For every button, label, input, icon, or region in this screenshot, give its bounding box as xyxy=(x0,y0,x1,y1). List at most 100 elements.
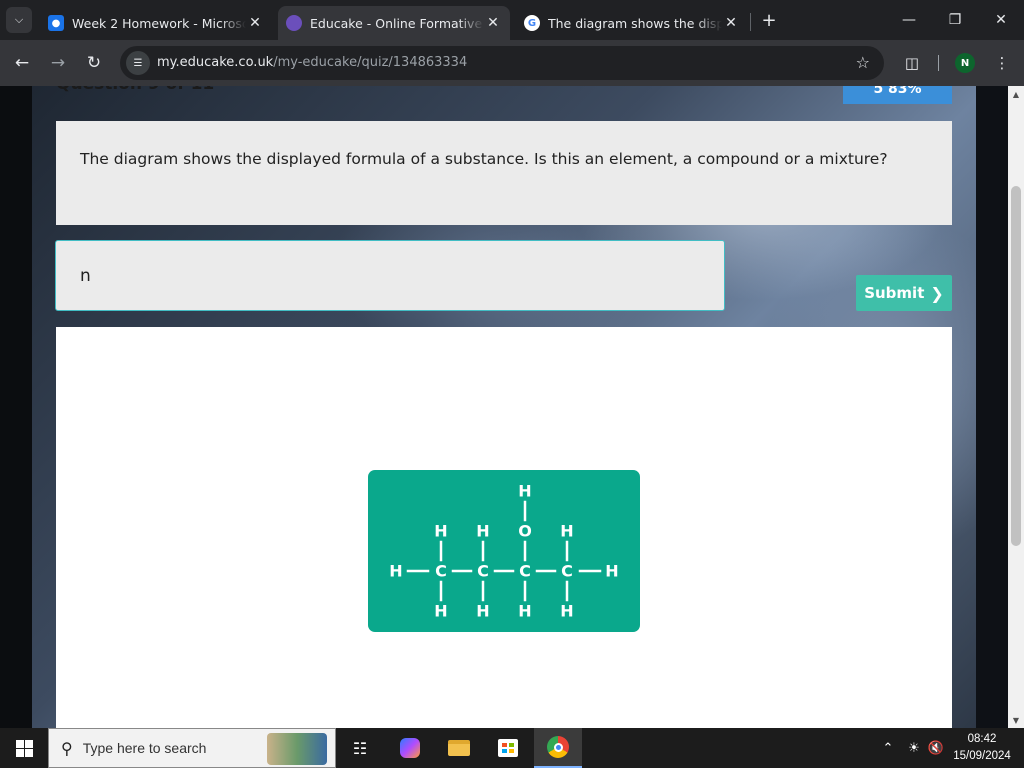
browser-toolbar: ← → ↻ ☰ my.educake.co.uk/my-educake/quiz… xyxy=(0,40,1024,86)
url-host: my.educake.co.uk xyxy=(157,55,274,70)
tab-search-button[interactable]: ⌵ xyxy=(6,7,32,33)
chrome-taskbar-button[interactable] xyxy=(534,728,582,768)
diagram-panel: H H H O H H C C C C H H H H H xyxy=(56,327,952,728)
search-icon: ⚲ xyxy=(61,738,73,758)
atom-label: H xyxy=(560,602,573,621)
task-view-icon: ☷ xyxy=(352,738,368,758)
scroll-up-icon[interactable]: ▲ xyxy=(1008,86,1024,102)
folder-icon xyxy=(448,740,470,756)
browser-menu-button[interactable]: ⋮ xyxy=(990,51,1014,75)
atom-label: C xyxy=(561,562,573,581)
clock-date: 15/09/2024 xyxy=(953,750,1011,762)
more-vert-icon: ⋮ xyxy=(994,54,1010,72)
tab-week2-homework[interactable]: ● Week 2 Homework - Microscop ✕ xyxy=(40,6,272,40)
store-button[interactable] xyxy=(484,728,532,768)
close-icon[interactable]: ✕ xyxy=(722,15,740,31)
tab-title: Week 2 Homework - Microscop xyxy=(72,15,246,31)
speaker-muted-icon: 🔇 xyxy=(927,740,945,756)
puzzle-icon: ◫ xyxy=(904,54,920,72)
molecule-svg: H H H O H H C C C C H H H H H xyxy=(389,482,618,621)
progress-badge: 5 83% xyxy=(843,86,952,104)
tune-icon: ☰ xyxy=(133,57,143,69)
page-viewport: Question 9 of 11 5 83% The diagram shows… xyxy=(0,86,1008,728)
start-button[interactable] xyxy=(0,728,48,768)
google-icon: G xyxy=(524,15,540,31)
page-scrollbar[interactable]: ▲ ▼ xyxy=(1008,86,1024,728)
chevron-down-icon: ⌵ xyxy=(14,13,24,26)
atom-label: H xyxy=(560,522,573,541)
forward-arrow-icon: → xyxy=(50,53,66,73)
tab-google-search[interactable]: G The diagram shows the display ✕ xyxy=(516,6,748,40)
site-info-button[interactable]: ☰ xyxy=(126,51,150,75)
forward-button[interactable]: → xyxy=(46,51,70,75)
clock-time: 08:42 xyxy=(967,733,997,745)
restore-icon: ❐ xyxy=(948,12,962,28)
restore-button[interactable]: ❐ xyxy=(932,0,978,40)
copilot-icon xyxy=(400,738,420,758)
atom-label: H xyxy=(389,562,402,581)
address-bar[interactable]: ☰ my.educake.co.uk/my-educake/quiz/13486… xyxy=(120,46,884,80)
left-margin xyxy=(0,86,32,728)
taskbar-search[interactable]: ⚲ Type here to search xyxy=(48,728,336,768)
copilot-button[interactable] xyxy=(386,728,434,768)
answer-input[interactable] xyxy=(55,240,725,311)
windows-taskbar: ⚲ Type here to search ☷ ⌃ ☀ 🔇 08:42 15/0… xyxy=(0,728,1024,768)
atom-label: H xyxy=(434,602,447,621)
chevron-right-icon: ❯ xyxy=(930,283,944,303)
url-path: /my-educake/quiz/134863334 xyxy=(273,55,468,70)
back-button[interactable]: ← xyxy=(10,51,34,75)
tab-divider xyxy=(750,13,751,31)
tab-title: The diagram shows the display xyxy=(548,15,722,31)
atom-label: H xyxy=(518,602,531,621)
question-card: The diagram shows the displayed formula … xyxy=(56,121,952,225)
educake-icon xyxy=(286,15,302,31)
wifi-icon: ☀ xyxy=(908,740,920,756)
right-margin xyxy=(976,86,1008,728)
search-highlight-image xyxy=(267,733,327,765)
atom-label: C xyxy=(435,562,447,581)
close-icon: ✕ xyxy=(995,12,1007,28)
atom-label: C xyxy=(477,562,489,581)
atom-label: O xyxy=(518,522,532,541)
extensions-button[interactable]: ◫ xyxy=(900,51,924,75)
windows-logo-icon xyxy=(15,739,33,757)
reload-icon: ↻ xyxy=(86,53,102,73)
bookmark-star-icon[interactable]: ☆ xyxy=(856,53,870,72)
network-button[interactable]: ☀ xyxy=(904,728,924,768)
minimize-icon: — xyxy=(902,12,916,28)
question-counter: Question 9 of 11 xyxy=(56,86,214,94)
chrome-icon xyxy=(547,736,569,758)
question-text: The diagram shows the displayed formula … xyxy=(80,150,888,168)
atom-label: H xyxy=(518,482,531,501)
taskbar-clock[interactable]: 08:42 15/09/2024 xyxy=(950,731,1014,765)
scroll-thumb[interactable] xyxy=(1011,186,1021,546)
store-icon xyxy=(498,739,518,757)
close-window-button[interactable]: ✕ xyxy=(978,0,1024,40)
minimize-button[interactable]: — xyxy=(886,0,932,40)
reload-button[interactable]: ↻ xyxy=(82,51,106,75)
atom-label: H xyxy=(476,602,489,621)
tab-educake[interactable]: Educake - Online Formative As ✕ xyxy=(278,6,510,40)
new-tab-button[interactable]: + xyxy=(758,9,780,31)
search-placeholder: Type here to search xyxy=(82,740,207,756)
scroll-down-icon[interactable]: ▼ xyxy=(1008,712,1024,728)
close-icon[interactable]: ✕ xyxy=(484,15,502,31)
file-explorer-button[interactable] xyxy=(435,728,483,768)
atom-label: C xyxy=(519,562,531,581)
close-icon[interactable]: ✕ xyxy=(246,15,264,31)
profile-avatar[interactable]: N xyxy=(955,53,975,73)
classroom-icon: ● xyxy=(48,15,64,31)
tab-strip: ⌵ ● Week 2 Homework - Microscop ✕ Educak… xyxy=(0,0,1024,40)
volume-button[interactable]: 🔇 xyxy=(926,728,946,768)
chevron-up-icon: ⌃ xyxy=(882,740,894,756)
back-arrow-icon: ← xyxy=(14,53,30,73)
url-text[interactable]: my.educake.co.uk/my-educake/quiz/1348633… xyxy=(157,55,467,70)
tray-overflow-button[interactable]: ⌃ xyxy=(878,728,898,768)
submit-button[interactable]: Submit ❯ xyxy=(856,275,952,311)
atom-label: H xyxy=(434,522,447,541)
task-view-button[interactable]: ☷ xyxy=(336,728,384,768)
profile-initial: N xyxy=(960,57,970,69)
atom-label: H xyxy=(605,562,618,581)
atom-label: H xyxy=(476,522,489,541)
displayed-formula-diagram: H H H O H H C C C C H H H H H xyxy=(368,470,640,632)
